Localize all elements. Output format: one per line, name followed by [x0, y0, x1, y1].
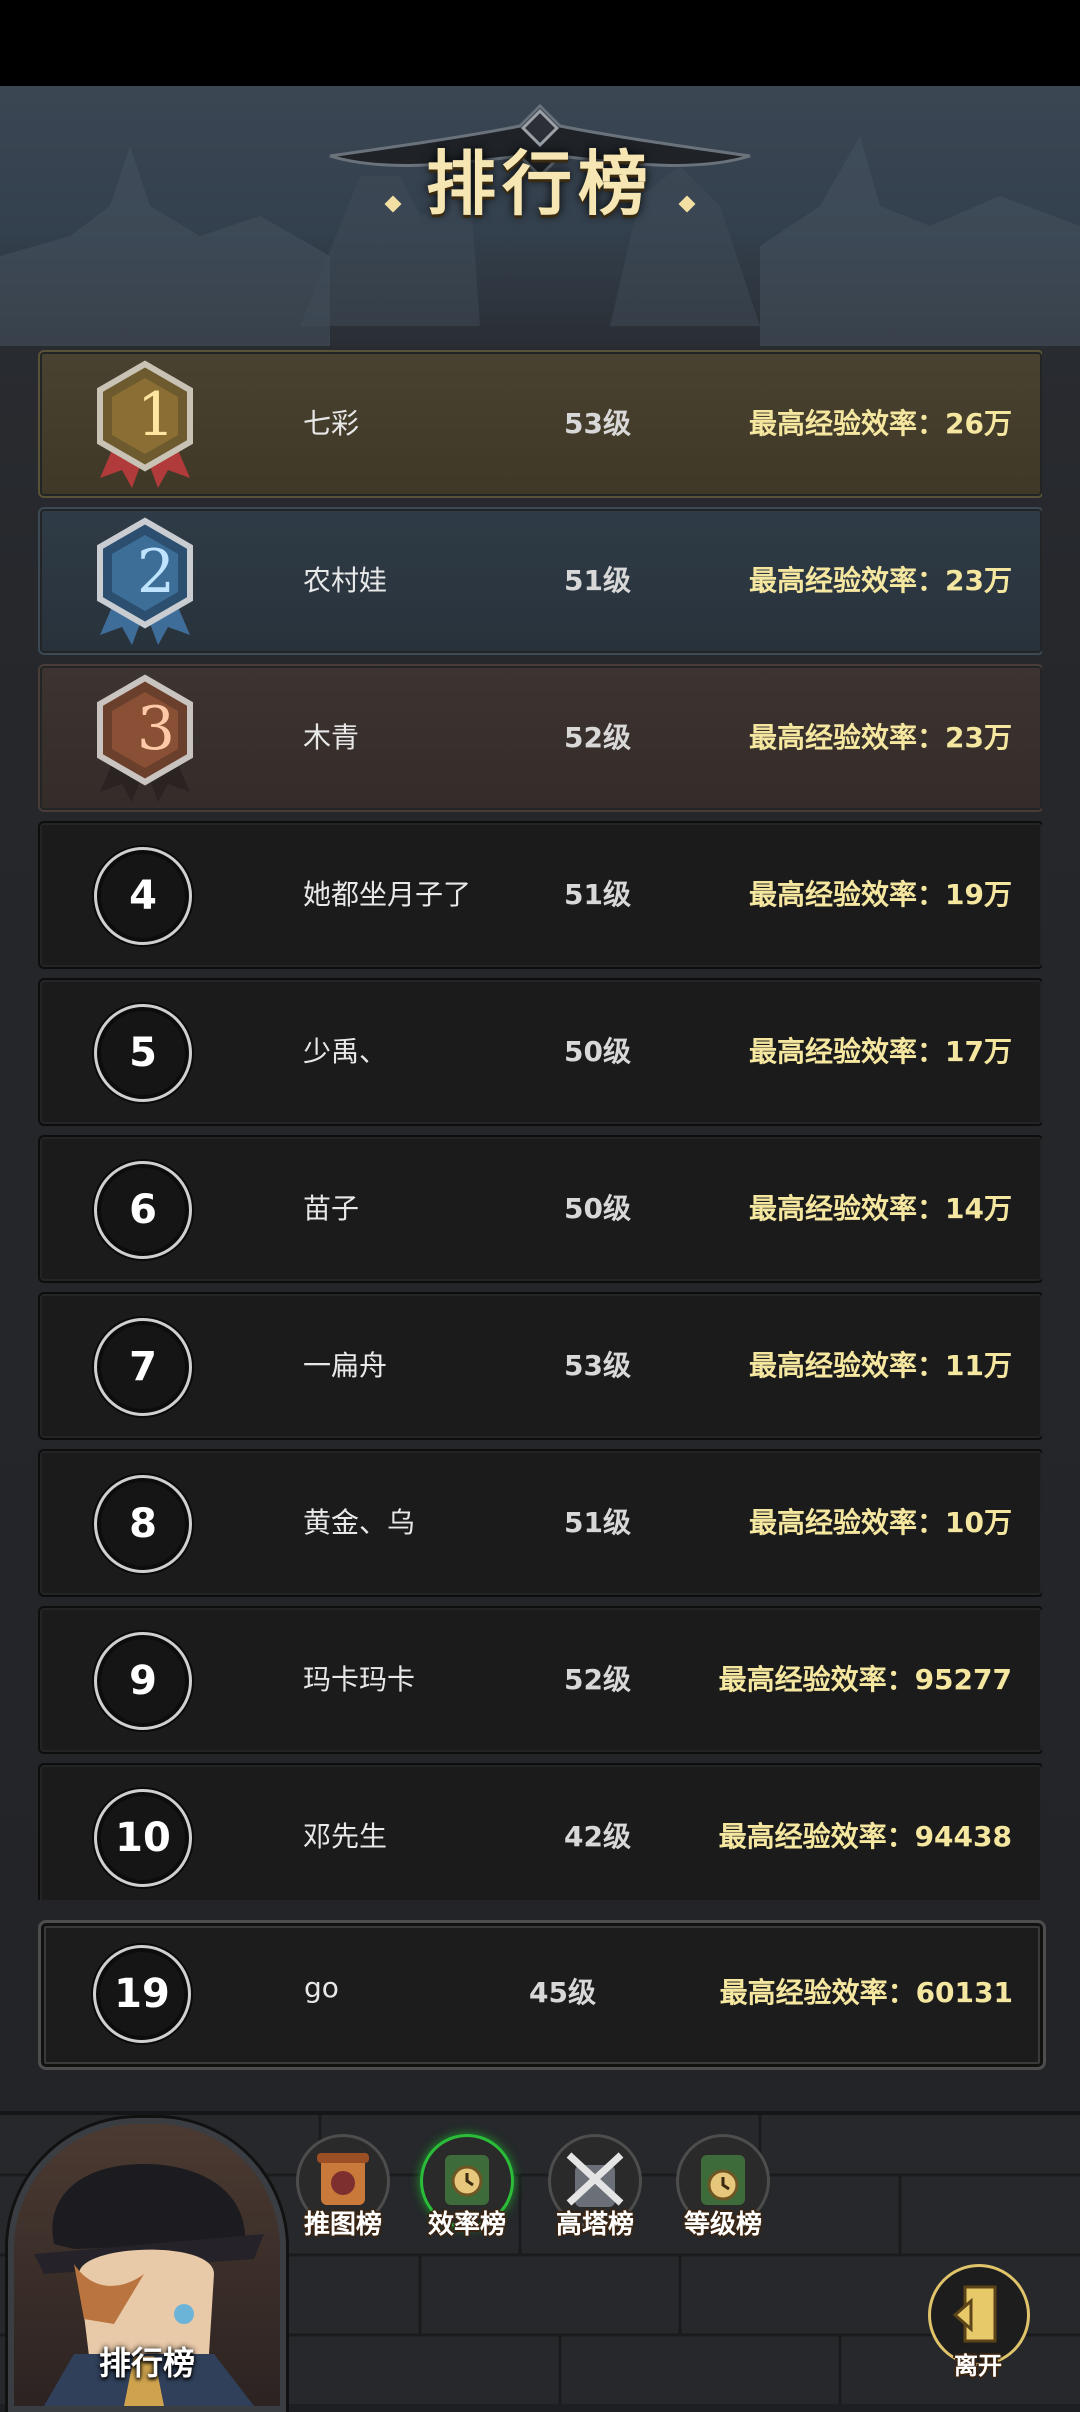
list-item[interactable]: 4 她都坐月子了 51级 最高经验效率：19万	[38, 821, 1042, 969]
rank-number: 2	[136, 537, 176, 607]
list-item[interactable]: 2 农村娃 51级 最高经验效率：23万	[38, 507, 1042, 655]
efficiency-stat: 最高经验效率：23万	[749, 721, 1012, 754]
tab-tower[interactable]: 高塔榜	[540, 2134, 650, 2244]
rank-badge: 4	[94, 847, 192, 945]
my-player-level: 45级	[529, 1976, 596, 2009]
rank-number: 1	[136, 380, 176, 450]
efficiency-stat: 最高经验效率：19万	[749, 878, 1012, 911]
efficiency-stat: 最高经验效率：94438	[718, 1820, 1012, 1853]
player-name: 七彩	[303, 407, 360, 440]
portrait-label: 排行榜	[98, 2344, 195, 2382]
page-title-text: 排行榜	[426, 142, 654, 225]
player-name: 木青	[303, 721, 360, 754]
list-item[interactable]: 5 少禹、 50级 最高经验效率：17万	[38, 978, 1042, 1126]
rank-badge: 8	[94, 1475, 192, 1573]
list-item[interactable]: 9 玛卡玛卡 52级 最高经验效率：95277	[38, 1606, 1042, 1754]
rank-badge: 6	[94, 1161, 192, 1259]
efficiency-stat: 最高经验效率：11万	[749, 1349, 1012, 1382]
player-name: 玛卡玛卡	[303, 1663, 416, 1696]
player-name: 少禹、	[303, 1035, 388, 1068]
page-title: 排行榜	[0, 128, 1080, 229]
status-bar	[0, 0, 1080, 86]
tab-label: 高塔榜	[555, 2210, 634, 2240]
rank-badge: 7	[94, 1318, 192, 1416]
tab-efficiency[interactable]: 效率榜	[412, 2134, 522, 2244]
player-level: 51级	[564, 878, 631, 911]
tab-label: 推图榜	[303, 2210, 382, 2240]
tab-level[interactable]: 等级榜	[668, 2134, 778, 2244]
rank-badge: 10	[94, 1789, 192, 1887]
efficiency-stat: 最高经验效率：14万	[749, 1192, 1012, 1225]
rank-number: 3	[136, 694, 176, 764]
player-name: 苗子	[303, 1192, 360, 1225]
my-player-name: go	[304, 1971, 339, 2004]
player-level: 51级	[564, 564, 631, 597]
title-left-ornament	[384, 195, 402, 212]
player-level: 53级	[564, 407, 631, 440]
rank-badge: 9	[94, 1632, 192, 1730]
list-item[interactable]: 7 一扁舟 53级 最高经验效率：11万	[38, 1292, 1042, 1440]
player-level: 53级	[564, 1349, 631, 1382]
my-efficiency-stat: 最高经验效率：60131	[719, 1976, 1013, 2009]
player-level: 52级	[564, 1663, 631, 1696]
list-item[interactable]: 3 木青 52级 最高经验效率：23万	[38, 664, 1042, 812]
leaderboard-list[interactable]: 1 七彩 53级 最高经验效率：26万 2 农村娃 51级 最高经验效率：23万…	[38, 350, 1042, 1900]
player-name: 一扁舟	[303, 1349, 388, 1382]
rank-badge: 5	[94, 1004, 192, 1102]
player-level: 42级	[564, 1820, 631, 1853]
efficiency-stat: 最高经验效率：17万	[749, 1035, 1012, 1068]
list-item[interactable]: 8 黄金、乌 51级 最高经验效率：10万	[38, 1449, 1042, 1597]
player-name: 邓先生	[303, 1820, 388, 1853]
leave-button[interactable]: 离开	[928, 2264, 1030, 2384]
list-item[interactable]: 10 邓先生 42级 最高经验效率：94438	[38, 1763, 1042, 1900]
tab-label: 效率榜	[427, 2210, 506, 2240]
my-rank-row: 19 go 45级 最高经验效率：60131	[38, 1920, 1046, 2070]
efficiency-stat: 最高经验效率：95277	[718, 1663, 1012, 1696]
player-name: 农村娃	[303, 564, 388, 597]
player-level: 50级	[564, 1035, 631, 1068]
player-level: 51级	[564, 1506, 631, 1539]
list-item[interactable]: 6 苗子 50级 最高经验效率：14万	[38, 1135, 1042, 1283]
tab-label: 等级榜	[683, 2210, 762, 2240]
tab-push-map[interactable]: 推图榜	[288, 2134, 398, 2244]
list-item[interactable]: 1 七彩 53级 最高经验效率：26万	[38, 350, 1042, 498]
player-name: 她都坐月子了	[303, 878, 472, 911]
efficiency-stat: 最高经验效率：23万	[749, 564, 1012, 597]
player-name: 黄金、乌	[303, 1506, 416, 1539]
title-right-ornament	[678, 195, 696, 212]
efficiency-stat: 最高经验效率：10万	[749, 1506, 1012, 1539]
player-level: 50级	[564, 1192, 631, 1225]
player-level: 52级	[564, 721, 631, 754]
my-rank-badge: 19	[93, 1945, 191, 2043]
leave-label: 离开	[954, 2352, 1002, 2380]
efficiency-stat: 最高经验效率：26万	[749, 407, 1012, 440]
